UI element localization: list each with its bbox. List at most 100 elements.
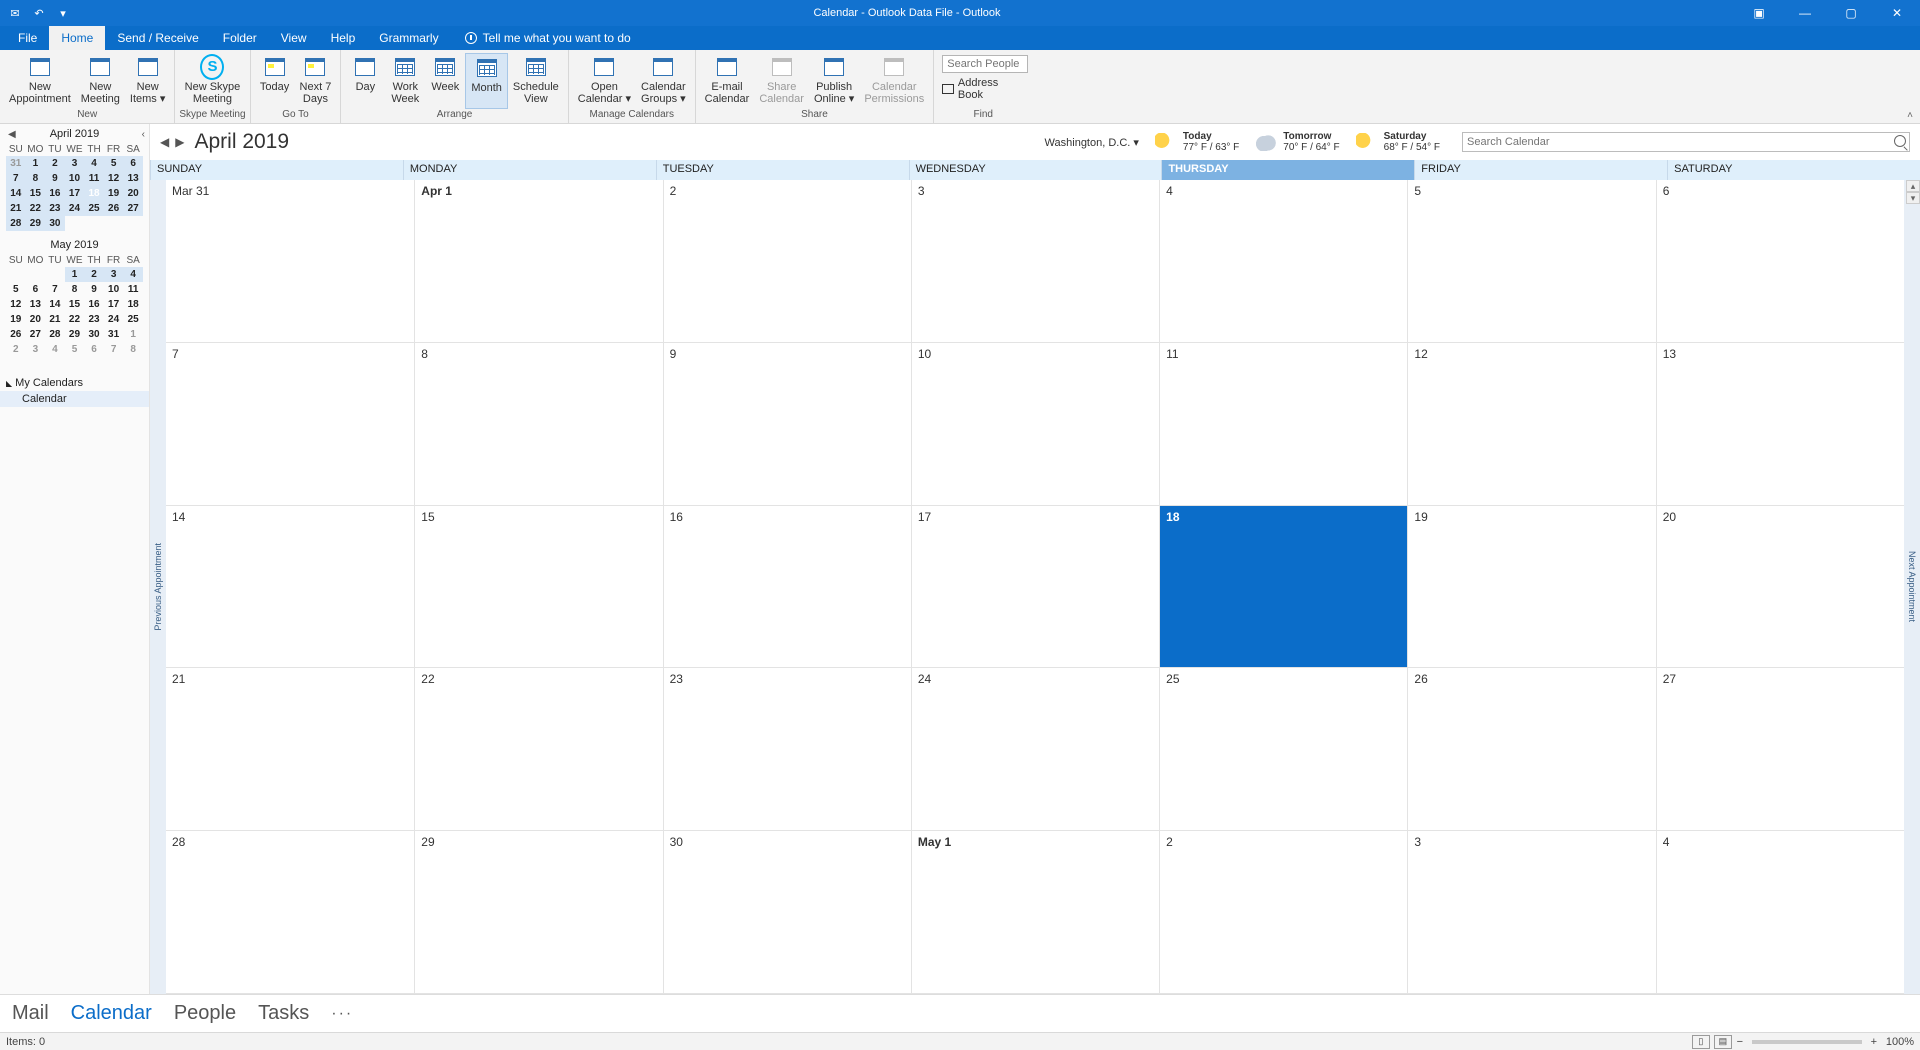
calendar-day-cell[interactable]: 25 [1159, 668, 1407, 831]
mini-day[interactable]: 3 [104, 267, 124, 282]
mini-day[interactable]: 4 [84, 156, 104, 171]
mini-day[interactable]: 21 [45, 312, 65, 327]
mini-day[interactable]: 7 [104, 342, 124, 357]
mini-day[interactable]: 21 [6, 201, 26, 216]
mini-day[interactable]: 30 [84, 327, 104, 342]
calendar-groups-button[interactable]: Calendar Groups ▾ [636, 53, 691, 109]
calendar-day-cell[interactable]: 2 [663, 180, 911, 343]
calendar-day-cell[interactable]: 16 [663, 506, 911, 669]
nav-people[interactable]: People [174, 1002, 236, 1025]
mini-day[interactable]: 5 [65, 342, 85, 357]
view-normal-button[interactable]: ▯ [1692, 1035, 1710, 1049]
search-people-input[interactable] [942, 55, 1028, 73]
previous-appointment-tab[interactable]: Previous Appointment [150, 180, 166, 994]
calendar-day-cell[interactable]: May 1 [911, 831, 1159, 994]
collapse-ribbon-button[interactable]: ˄ [1900, 50, 1920, 123]
calendar-day-cell[interactable]: 15 [414, 506, 662, 669]
minimize-button[interactable]: — [1782, 0, 1828, 26]
mini-day[interactable]: 20 [26, 312, 46, 327]
mini-day[interactable]: 13 [26, 297, 46, 312]
nav-tasks[interactable]: Tasks [258, 1002, 309, 1025]
month-grid[interactable]: Mar 31Apr 123456789101112131415161718192… [166, 180, 1904, 994]
tell-me-search[interactable]: Tell me what you want to do [465, 31, 631, 45]
calendar-day-cell[interactable]: 23 [663, 668, 911, 831]
mini-day[interactable]: 9 [45, 171, 65, 186]
calendar-day-cell[interactable]: 13 [1656, 343, 1904, 506]
calendar-day-cell[interactable]: 27 [1656, 668, 1904, 831]
calendar-list-item[interactable]: Calendar [0, 391, 149, 407]
mini-day[interactable]: 4 [45, 342, 65, 357]
calendar-day-cell[interactable]: 8 [414, 343, 662, 506]
comingsoon-icon[interactable]: ▣ [1736, 0, 1782, 26]
tab-send-receive[interactable]: Send / Receive [105, 26, 210, 50]
calendar-scroll[interactable]: ▴▾ [1906, 180, 1920, 204]
calendar-day-cell[interactable]: 2 [1159, 831, 1407, 994]
mini-day[interactable]: 7 [45, 282, 65, 297]
maximize-button[interactable]: ▢ [1828, 0, 1874, 26]
new-skype-meeting-button[interactable]: SNew Skype Meeting [180, 53, 246, 109]
mini-day[interactable]: 17 [104, 297, 124, 312]
mini-day[interactable]: 23 [84, 312, 104, 327]
next-appointment-tab[interactable]: Next Appointment [1904, 180, 1920, 994]
mini-day[interactable]: 31 [104, 327, 124, 342]
mini-day[interactable]: 4 [123, 267, 143, 282]
next-month-button[interactable]: ▶ [175, 135, 184, 149]
new-meeting-button[interactable]: New Meeting [76, 53, 125, 109]
mini-day[interactable]: 12 [6, 297, 26, 312]
calendar-day-cell[interactable]: 4 [1159, 180, 1407, 343]
address-book-button[interactable]: Address Book [942, 77, 1024, 101]
tab-grammarly[interactable]: Grammarly [367, 26, 450, 50]
calendar-day-cell[interactable]: Apr 1 [414, 180, 662, 343]
undo-icon[interactable]: ↶ [30, 4, 48, 22]
prev-month-button[interactable]: ◀ [160, 135, 169, 149]
mini-day[interactable]: 11 [84, 171, 104, 186]
month-view-button[interactable]: Month [465, 53, 508, 109]
calendar-day-cell[interactable]: 19 [1407, 506, 1655, 669]
mini-day[interactable]: 1 [26, 156, 46, 171]
mini-day[interactable]: 2 [84, 267, 104, 282]
calendar-day-cell[interactable]: 29 [414, 831, 662, 994]
calendar-day-cell[interactable]: Mar 31 [166, 180, 414, 343]
mini-day[interactable]: 25 [84, 201, 104, 216]
calendar-day-cell[interactable]: 26 [1407, 668, 1655, 831]
mini-day[interactable]: 24 [65, 201, 85, 216]
mini-day[interactable]: 3 [65, 156, 85, 171]
day-view-button[interactable]: Day [345, 53, 385, 109]
nav-more[interactable]: ··· [331, 1005, 353, 1023]
mini-day[interactable]: 3 [26, 342, 46, 357]
mini-day[interactable]: 1 [65, 267, 85, 282]
weather-bar[interactable]: Washington, D.C. ▾ Today77° F / 63° F To… [1045, 131, 1440, 153]
mini-day[interactable]: 28 [45, 327, 65, 342]
work-week-view-button[interactable]: Work Week [385, 53, 425, 109]
calendar-day-cell[interactable]: 11 [1159, 343, 1407, 506]
mini-day[interactable]: 16 [84, 297, 104, 312]
zoom-out-button[interactable]: − [1734, 1036, 1746, 1048]
calendar-day-cell[interactable]: 20 [1656, 506, 1904, 669]
mini-day[interactable]: 20 [123, 186, 143, 201]
mini-day[interactable]: 8 [26, 171, 46, 186]
mini-day[interactable]: 9 [84, 282, 104, 297]
mini-day[interactable]: 14 [6, 186, 26, 201]
today-button[interactable]: Today [255, 53, 295, 109]
email-calendar-button[interactable]: E-mail Calendar [700, 53, 755, 109]
calendar-day-cell[interactable]: 7 [166, 343, 414, 506]
mini-day[interactable]: 14 [45, 297, 65, 312]
mini-day[interactable] [84, 216, 104, 231]
mini-day[interactable]: 25 [123, 312, 143, 327]
mini-day[interactable]: 24 [104, 312, 124, 327]
mini-calendar-april[interactable]: ◀ April 2019 ‹ SUMOTUWETHFRSA31123456789… [0, 124, 149, 235]
next-7-days-button[interactable]: Next 7 Days [295, 53, 337, 109]
mini-day[interactable]: 18 [84, 186, 104, 201]
search-calendar-input[interactable] [1462, 132, 1910, 152]
mini-day[interactable]: 26 [104, 201, 124, 216]
mini-day[interactable]: 5 [6, 282, 26, 297]
calendar-day-cell[interactable]: 24 [911, 668, 1159, 831]
mini-day[interactable]: 18 [123, 297, 143, 312]
mini-calendar-may[interactable]: May 2019 SUMOTUWETHFRSA12345678910111213… [0, 235, 149, 361]
mini-day[interactable]: 10 [65, 171, 85, 186]
mini-prev-month-button[interactable]: ◀ [8, 129, 16, 140]
calendar-day-cell[interactable]: 17 [911, 506, 1159, 669]
schedule-view-button[interactable]: Schedule View [508, 53, 564, 109]
calendar-day-cell[interactable]: 5 [1407, 180, 1655, 343]
calendar-day-cell[interactable]: 6 [1656, 180, 1904, 343]
